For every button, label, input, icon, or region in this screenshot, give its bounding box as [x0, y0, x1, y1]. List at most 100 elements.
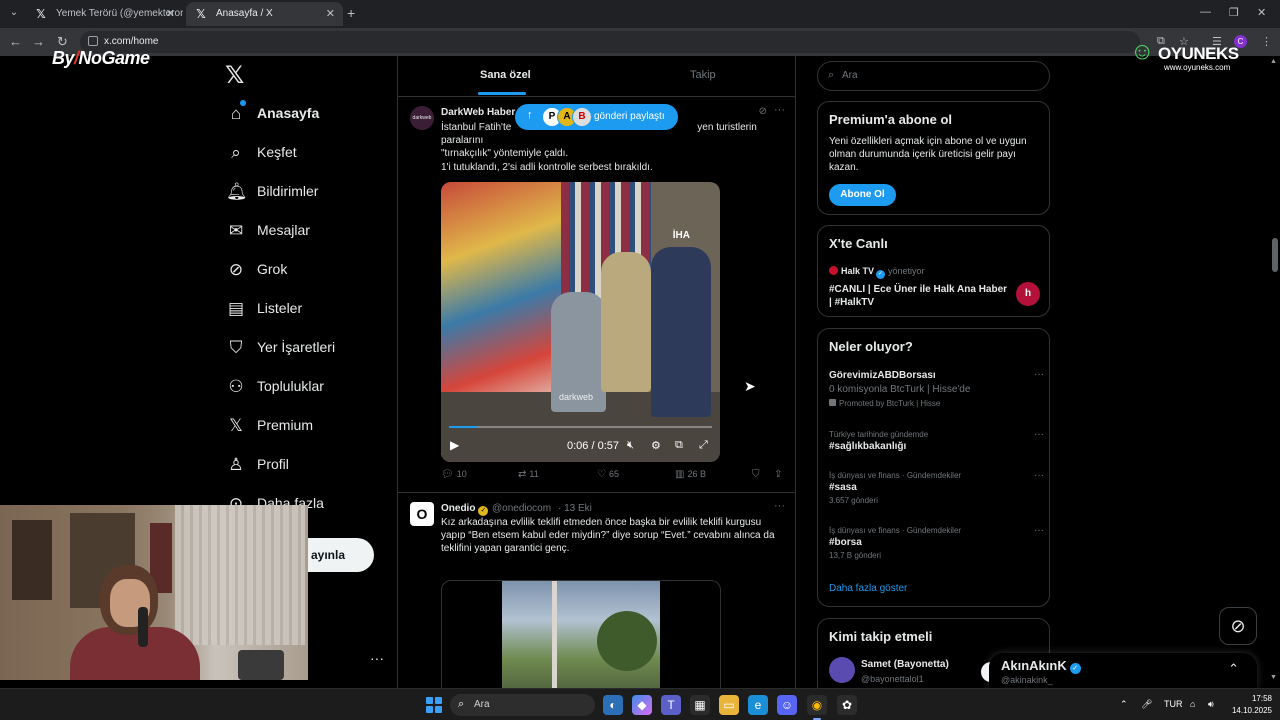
- mute-icon[interactable]: 🔇︎: [627, 439, 634, 452]
- tab-for-you[interactable]: Sana özel: [480, 69, 531, 81]
- video-progress-bar[interactable]: [449, 426, 712, 428]
- play-icon[interactable]: ▶: [450, 438, 459, 452]
- forward-icon[interactable]: →: [32, 34, 45, 50]
- more-icon[interactable]: ···: [1034, 470, 1044, 481]
- taskbar-clock[interactable]: 17:58 14.10.2025: [1228, 693, 1272, 717]
- sidebar-item-communities[interactable]: ⚇ Topluluklar: [222, 371, 392, 405]
- share-button[interactable]: ⇪: [774, 469, 785, 480]
- restore-icon[interactable]: ❐: [1229, 6, 1239, 19]
- microphone-icon[interactable]: 🎤︎: [1141, 699, 1152, 710]
- grok-floating-button[interactable]: ⊘: [1219, 607, 1257, 645]
- x-logo-icon[interactable]: 𝕏: [225, 64, 249, 88]
- file-explorer-icon[interactable]: ▭: [719, 695, 739, 715]
- search-input[interactable]: ⌕ Ara: [817, 61, 1050, 91]
- sidebar-item-bookmarks[interactable]: ⛉ Yer İşaretleri: [222, 332, 392, 366]
- close-window-icon[interactable]: ✕: [1257, 6, 1266, 19]
- tweet-date[interactable]: · 13 Eki: [558, 503, 592, 514]
- teams-icon[interactable]: T: [661, 695, 681, 715]
- sidebar-item-messages[interactable]: ✉ Mesajlar: [222, 215, 392, 249]
- minimize-icon[interactable]: —: [1200, 6, 1211, 18]
- scroll-down-icon[interactable]: ▼: [1270, 674, 1277, 681]
- trend-item[interactable]: Türkiye tarihinde gündemde #sağlıkbakanl…: [829, 429, 1044, 454]
- new-tab-button[interactable]: +: [347, 5, 355, 21]
- mail-icon: ✉: [228, 221, 244, 240]
- edge-icon[interactable]: e: [748, 695, 768, 715]
- more-icon[interactable]: ···: [1034, 429, 1044, 440]
- browser-menu-icon[interactable]: ⋮: [1261, 35, 1272, 48]
- more-icon[interactable]: ···: [1034, 525, 1044, 536]
- webcam-body: [70, 627, 200, 680]
- follow-suggestion-name[interactable]: Samet (Bayonetta): [861, 659, 949, 670]
- tweet[interactable]: O Onedio ✓ @onediocom · 13 Eki ··· Kız ar…: [398, 494, 795, 688]
- picture-in-picture-icon[interactable]: ⧉: [675, 439, 683, 452]
- avatar[interactable]: O: [410, 502, 434, 526]
- browser-tab-2[interactable]: 𝕏 Anasayfa / X ✕: [186, 2, 343, 26]
- more-icon[interactable]: ···: [774, 104, 785, 116]
- like-button[interactable]: ♡ 65: [597, 469, 619, 480]
- tweet-image[interactable]: [441, 580, 721, 688]
- tweet-author-handle[interactable]: @onediocom: [492, 503, 551, 514]
- sidebar-item-explore[interactable]: ⌕ Keşfet: [222, 137, 392, 171]
- live-headline[interactable]: #CANLI | Ece Üner ile Halk Ana Haber | #…: [829, 283, 1009, 309]
- more-icon[interactable]: ···: [1034, 369, 1044, 380]
- scrollbar-thumb[interactable]: [1272, 238, 1278, 272]
- trend-item[interactable]: İş dünyası ve finans · Gündemdekiler #sa…: [829, 470, 1044, 507]
- browser-tab-1[interactable]: 𝕏 Yemek Terörü (@yemekteroru_ ✕: [26, 2, 183, 26]
- store-icon[interactable]: ▦: [690, 695, 710, 715]
- address-bar[interactable]: x.com/home: [80, 31, 1140, 53]
- messages-drawer[interactable]: AkınAkınK ✓ @akinakink_ ⌃: [989, 653, 1257, 689]
- windows-start-icon[interactable]: [426, 697, 442, 713]
- network-icon[interactable]: ⌂: [1190, 699, 1195, 709]
- sidebar-item-home[interactable]: ⌂ Anasayfa: [222, 98, 392, 132]
- chrome-icon[interactable]: ◉: [807, 695, 827, 720]
- more-icon[interactable]: ···: [774, 500, 785, 512]
- live-source[interactable]: Halk TV ✓ yönetiyor: [829, 266, 925, 279]
- back-icon[interactable]: ←: [9, 34, 22, 50]
- repost-button[interactable]: ⇄ 11: [518, 469, 539, 480]
- expand-icon[interactable]: ⌃: [1228, 661, 1239, 677]
- discord-icon[interactable]: ☺: [777, 695, 797, 715]
- fullscreen-icon[interactable]: ⤢: [699, 439, 708, 452]
- sidebar-item-grok[interactable]: ⊘ Grok: [222, 254, 392, 288]
- sidebar-item-premium[interactable]: 𝕏 Premium: [222, 410, 392, 444]
- sidebar-item-lists[interactable]: ▤ Listeler: [222, 293, 392, 327]
- tab-following[interactable]: Takip: [690, 69, 716, 81]
- views-button[interactable]: ▥ 26 B: [675, 469, 706, 480]
- page-scrollbar[interactable]: [1269, 56, 1280, 688]
- tray-expand-icon[interactable]: ⌃: [1120, 699, 1128, 710]
- volume-icon[interactable]: 🔊︎: [1208, 699, 1214, 710]
- show-more-link[interactable]: Daha fazla göster: [829, 583, 907, 594]
- app-icon[interactable]: ◐: [603, 695, 623, 715]
- home-icon: ⌂: [230, 104, 242, 123]
- reply-button[interactable]: 💬︎ 10: [441, 469, 467, 480]
- avatar[interactable]: darkweb: [410, 106, 434, 130]
- trend-item[interactable]: GörevimizABDBorsası 0 komisyonla BtcTurk…: [829, 369, 1044, 410]
- new-posts-pill[interactable]: ↑ P A B gönderi paylaştı: [515, 104, 678, 130]
- site-info-icon[interactable]: [88, 36, 98, 46]
- sidebar-item-notifications[interactable]: 🔔︎ Bildirimler: [222, 176, 392, 210]
- copilot-icon[interactable]: ◆: [632, 695, 652, 715]
- app-icon[interactable]: ✿: [837, 695, 857, 715]
- bookmark-button[interactable]: ⛉: [752, 469, 763, 480]
- input-language[interactable]: TUR: [1164, 699, 1183, 709]
- scroll-up-icon[interactable]: ▲: [1270, 58, 1277, 65]
- main-feed: Sana özel Takip darkweb DarkWeb Haber ⊘ …: [397, 56, 796, 688]
- video-player[interactable]: İHA darkweb ▶ 0:06 / 0:57 🔇︎ ⚙ ⧉ ⤢: [441, 182, 720, 462]
- tweet-author-name[interactable]: Onedio ✓: [441, 503, 489, 516]
- sidebar-item-profile[interactable]: ♙ Profil: [222, 449, 392, 483]
- account-more-icon[interactable]: ···: [370, 650, 384, 666]
- avatar[interactable]: [829, 657, 855, 683]
- webcam-overlay: [0, 505, 308, 680]
- live-channel-avatar[interactable]: h: [1016, 282, 1040, 306]
- close-tab-icon[interactable]: ✕: [326, 2, 335, 26]
- tweet-author-name[interactable]: DarkWeb Haber: [441, 107, 515, 118]
- trend-item[interactable]: İş dünyası ve finans · Gündemdekiler #bo…: [829, 525, 1044, 562]
- subscribe-button[interactable]: Abone Ol: [829, 184, 896, 206]
- taskbar-search[interactable]: ⌕ Ara: [450, 694, 595, 716]
- tweet[interactable]: darkweb DarkWeb Haber ⊘ ··· İstanbul Fat…: [398, 98, 795, 493]
- close-tab-icon[interactable]: ✕: [166, 2, 175, 26]
- tab-search-dropdown[interactable]: ⌄: [6, 5, 22, 21]
- grok-icon[interactable]: ⊘: [759, 106, 767, 117]
- x-logo-icon: 𝕏: [229, 416, 243, 435]
- settings-gear-icon[interactable]: ⚙: [651, 439, 661, 452]
